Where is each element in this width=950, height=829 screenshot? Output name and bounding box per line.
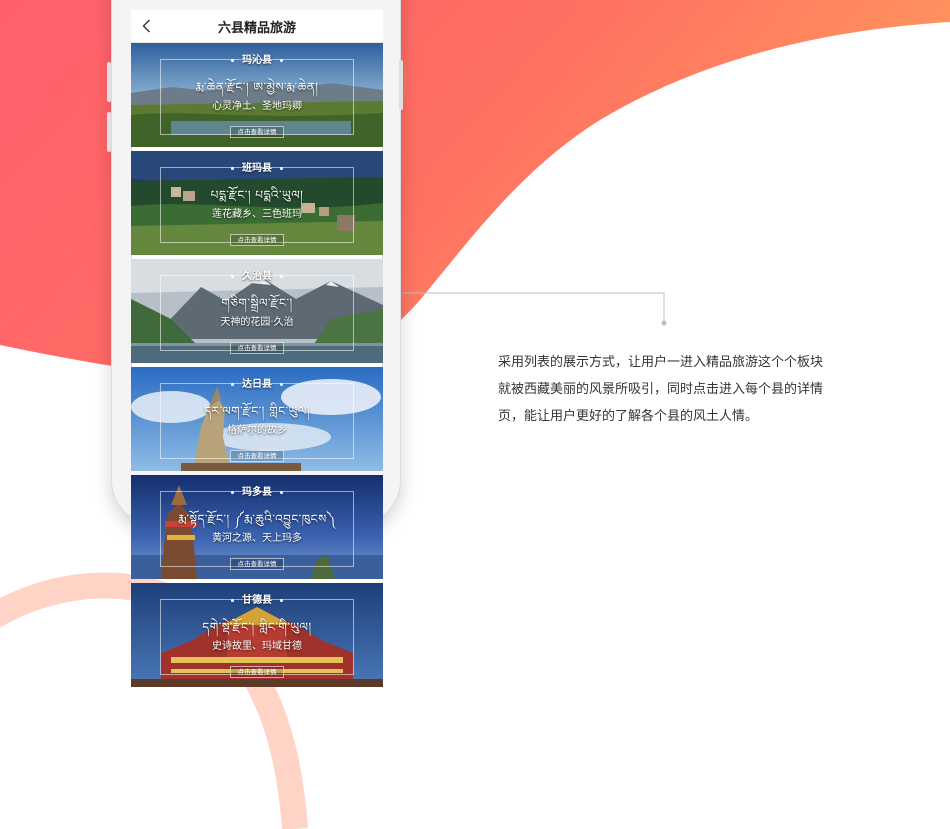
view-details-button[interactable]: 点击查看详情 [230, 126, 284, 138]
county-slogan: 黄河之源、天上玛多 [212, 533, 302, 544]
phone-side-button [107, 112, 111, 152]
phone-power-button [399, 60, 403, 110]
county-card-banma[interactable]: 班玛县 པདྨ་རྫོང་། པདྨའི་ཡུལ། 莲花藏乡、三色班玛 点击查看… [131, 151, 383, 255]
connector-line [402, 292, 665, 322]
view-details-button[interactable]: 点击查看详情 [230, 342, 284, 354]
county-card-jiuzhi[interactable]: 久治县 གཅིག་སྒྲིལ་རྫོང་། 天神的花园·久治 点击查看详情 [131, 259, 383, 363]
county-slogan: 史诗故里、玛域甘德 [212, 641, 302, 652]
phone-side-button [107, 62, 111, 102]
view-details-button[interactable]: 点击查看详情 [230, 558, 284, 570]
county-name: 达日县 [242, 379, 272, 390]
view-details-button[interactable]: 点击查看详情 [230, 666, 284, 678]
view-details-button[interactable]: 点击查看详情 [230, 234, 284, 246]
county-slogan: 莲花藏乡、三色班玛 [212, 209, 302, 220]
page-title: 六县精品旅游 [217, 20, 296, 36]
feature-description: 采用列表的展示方式，让用户一进入精品旅游这个个板块就被西藏美丽的风景所吸引，同时… [498, 355, 824, 424]
county-name: 玛多县 [242, 487, 272, 498]
nav-bar: 六县精品旅游 [131, 10, 383, 43]
county-card-gande[interactable]: 甘德县 དགེ་སྡེ་རྫོང་། གླིང་གི་ཡུལ། 史诗故里、玛域甘… [131, 583, 383, 687]
county-slogan: 格萨尔的故乡 [227, 425, 287, 436]
county-slogan: 天神的花园·久治 [220, 317, 294, 328]
county-name: 久治县 [242, 271, 272, 282]
county-slogan: 心灵净土、圣地玛卿 [212, 101, 302, 112]
county-card-maqin[interactable]: 玛沁县 རྨ་ཆེན་རྫོང་། ཨ་མྱེས་རྨ་ཆེན། 心灵净土、圣地… [131, 43, 383, 147]
county-name: 班玛县 [242, 163, 272, 174]
county-name: 甘德县 [242, 595, 272, 606]
county-card-maduo[interactable]: 玛多县 རྨ་སྟོད་རྫོང་། ༼རྨ་ཆུའི་འབྱུང་ཁུངས༽ … [131, 475, 383, 579]
back-arrow-icon[interactable] [139, 18, 155, 34]
view-details-button[interactable]: 点击查看详情 [230, 450, 284, 462]
county-card-dari[interactable]: 达日县 དར་ལག་རྫོང་། གླིང་ཡུལ། 格萨尔的故乡 点击查看详情 [131, 367, 383, 471]
connector-dot [661, 320, 667, 326]
county-name: 玛沁县 [242, 55, 272, 66]
county-list: 玛沁县 རྨ་ཆེན་རྫོང་། ཨ་མྱེས་རྨ་ཆེན། 心灵净土、圣地… [131, 43, 383, 691]
